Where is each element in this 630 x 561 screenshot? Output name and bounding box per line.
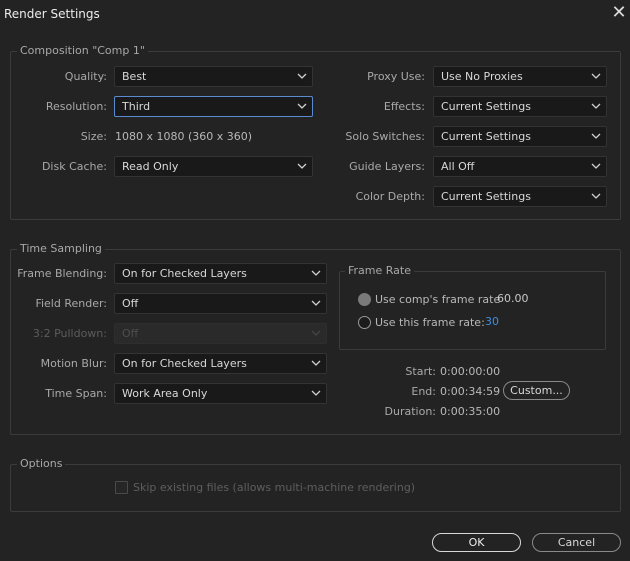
chevron-down-icon <box>591 103 601 109</box>
field-render-dropdown[interactable]: Off <box>114 293 327 314</box>
quality-dropdown[interactable]: Best <box>114 66 313 87</box>
chevron-down-icon <box>311 330 321 336</box>
options-group-title: Options <box>17 457 66 470</box>
color-depth-dropdown[interactable]: Current Settings <box>433 186 607 207</box>
title-bar: Render Settings ✕ <box>0 0 630 28</box>
chevron-down-icon <box>591 133 601 139</box>
resolution-value: Third <box>122 100 151 113</box>
resolution-label: Resolution: <box>45 100 107 113</box>
disk-cache-label: Disk Cache: <box>41 160 107 173</box>
time-span-dropdown[interactable]: Work Area Only <box>114 383 327 404</box>
motion-blur-value: On for Checked Layers <box>122 357 247 370</box>
start-value: 0:00:00:00 <box>440 365 501 378</box>
composition-group-title: Composition "Comp 1" <box>17 44 148 57</box>
comp-frame-rate-value: 60.00 <box>497 292 529 305</box>
chevron-down-icon <box>591 73 601 79</box>
field-render-label: Field Render: <box>35 297 107 310</box>
chevron-down-icon <box>297 103 307 109</box>
frame-blending-label: Frame Blending: <box>17 267 107 280</box>
disk-cache-value: Read Only <box>122 160 179 173</box>
duration-value: 0:00:35:00 <box>440 405 501 418</box>
effects-dropdown[interactable]: Current Settings <box>433 96 607 117</box>
solo-switches-label: Solo Switches: <box>345 130 425 143</box>
use-this-frame-rate-radio[interactable] <box>358 316 371 329</box>
this-frame-rate-value[interactable]: 30 <box>485 315 499 328</box>
frame-rate-group <box>339 271 606 350</box>
ok-button[interactable]: OK <box>432 533 521 552</box>
field-render-value: Off <box>122 297 139 310</box>
chevron-down-icon <box>591 193 601 199</box>
use-comp-frame-rate-label: Use comp's frame rate <box>375 293 501 306</box>
time-span-label: Time Span: <box>45 387 107 400</box>
motion-blur-label: Motion Blur: <box>40 357 107 370</box>
chevron-down-icon <box>311 390 321 396</box>
disk-cache-dropdown[interactable]: Read Only <box>114 156 313 177</box>
pulldown-label: 3:2 Pulldown: <box>32 327 107 340</box>
size-value: 1080 x 1080 (360 x 360) <box>115 130 253 143</box>
proxy-use-value: Use No Proxies <box>441 70 523 83</box>
color-depth-value: Current Settings <box>441 190 531 203</box>
time-sampling-group-title: Time Sampling <box>17 242 105 255</box>
quality-value: Best <box>122 70 147 83</box>
solo-switches-value: Current Settings <box>441 130 531 143</box>
frame-blending-dropdown[interactable]: On for Checked Layers <box>114 263 327 284</box>
chevron-down-icon <box>311 360 321 366</box>
chevron-down-icon <box>591 163 601 169</box>
effects-label: Effects: <box>383 100 425 113</box>
solo-switches-dropdown[interactable]: Current Settings <box>433 126 607 147</box>
cancel-button[interactable]: Cancel <box>532 533 621 552</box>
guide-layers-label: Guide Layers: <box>349 160 425 173</box>
pulldown-dropdown: Off <box>114 323 327 344</box>
proxy-use-dropdown[interactable]: Use No Proxies <box>433 66 607 87</box>
size-label: Size: <box>80 130 107 143</box>
chevron-down-icon <box>311 270 321 276</box>
duration-label: Duration: <box>384 405 436 418</box>
motion-blur-dropdown[interactable]: On for Checked Layers <box>114 353 327 374</box>
use-this-frame-rate-label: Use this frame rate: <box>375 316 485 329</box>
resolution-dropdown[interactable]: Third <box>114 96 313 117</box>
guide-layers-dropdown[interactable]: All Off <box>433 156 607 177</box>
chevron-down-icon <box>297 163 307 169</box>
use-comp-frame-rate-radio[interactable] <box>358 293 371 306</box>
chevron-down-icon <box>297 73 307 79</box>
effects-value: Current Settings <box>441 100 531 113</box>
custom-button[interactable]: Custom... <box>503 381 570 400</box>
end-value: 0:00:34:59 <box>440 385 501 398</box>
end-label: End: <box>411 385 436 398</box>
window-title: Render Settings <box>4 7 100 21</box>
quality-label: Quality: <box>64 70 107 83</box>
frame-blending-value: On for Checked Layers <box>122 267 247 280</box>
pulldown-value: Off <box>122 327 139 340</box>
proxy-use-label: Proxy Use: <box>367 70 425 83</box>
close-icon[interactable]: ✕ <box>609 3 629 23</box>
time-span-value: Work Area Only <box>122 387 208 400</box>
skip-existing-label: Skip existing files (allows multi-machin… <box>133 481 416 494</box>
guide-layers-value: All Off <box>441 160 475 173</box>
frame-rate-group-title: Frame Rate <box>345 264 414 277</box>
color-depth-label: Color Depth: <box>355 190 425 203</box>
skip-existing-checkbox <box>115 481 128 494</box>
start-label: Start: <box>405 365 436 378</box>
chevron-down-icon <box>311 300 321 306</box>
